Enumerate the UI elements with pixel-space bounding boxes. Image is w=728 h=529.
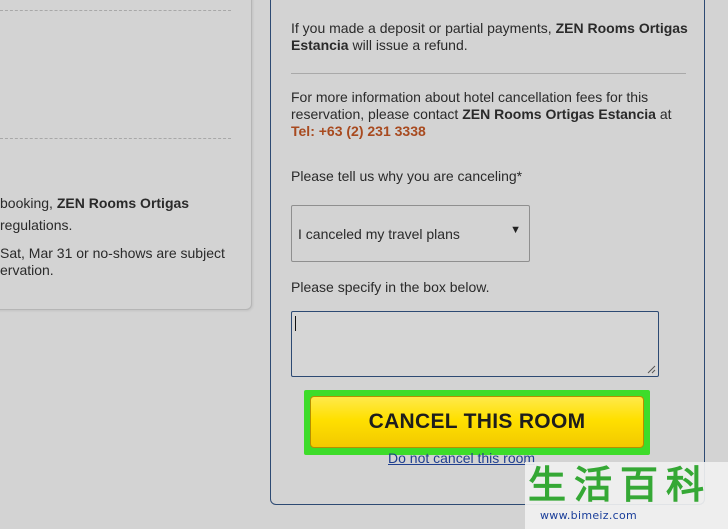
policy-text-line: ervation. (0, 262, 54, 278)
watermark-url: www.bimeiz.com (540, 509, 638, 522)
policy-text-line: booking, ZEN Rooms Ortigas (0, 195, 190, 211)
dropdown-arrow-icon: ▼ (510, 224, 521, 236)
policy-text-line: regulations. (0, 217, 73, 233)
divider (291, 73, 686, 74)
policy-text-line: Sat, Mar 31 or no-shows are subject (0, 245, 225, 261)
divider (0, 138, 231, 139)
cancellation-fees-info: For more information about hotel cancell… (291, 89, 672, 139)
cancel-reason-selected: I canceled my travel plans (298, 226, 460, 242)
cancel-reason-select[interactable]: I canceled my travel plans ▼ (291, 205, 530, 262)
hotel-phone[interactable]: Tel: +63 (2) 231 3338 (291, 123, 426, 139)
cancel-room-button[interactable]: CANCEL THIS ROOM (310, 396, 644, 448)
resize-grip-icon[interactable] (646, 364, 656, 374)
keep-room-link[interactable]: Do not cancel this room (388, 450, 535, 466)
text-cursor (295, 316, 296, 331)
watermark-chars: 生活百科 (528, 462, 713, 507)
specify-reason-textarea[interactable] (291, 311, 659, 377)
reason-label: Please tell us why you are canceling* (291, 168, 523, 184)
refund-notice: If you made a deposit or partial payment… (291, 20, 688, 53)
divider (0, 10, 231, 11)
specify-label: Please specify in the box below. (291, 279, 490, 295)
